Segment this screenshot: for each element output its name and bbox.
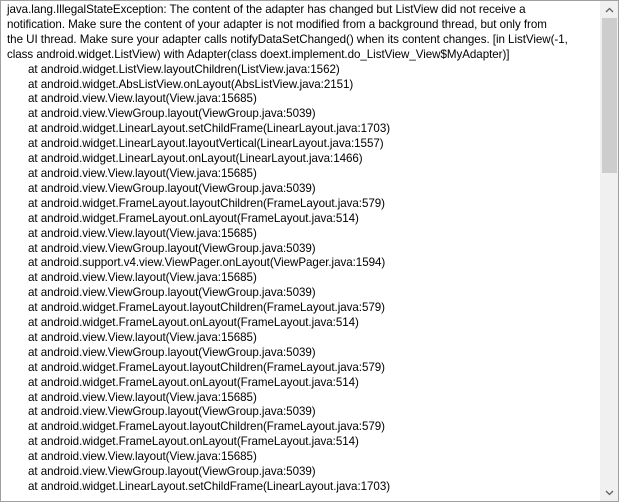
stack-frames: at android.widget.ListView.layoutChildre… bbox=[7, 63, 595, 495]
stack-frame-line: at android.support.v4.view.ViewPager.onL… bbox=[28, 256, 386, 270]
stack-frame-line: at android.view.View.layout(View.java:15… bbox=[28, 92, 257, 106]
stack-frame-line: at android.view.View.layout(View.java:15… bbox=[28, 330, 257, 344]
exception-line: notification. Make sure the content of y… bbox=[7, 17, 547, 31]
stack-frame-line: at android.view.View.layout(View.java:15… bbox=[28, 271, 257, 285]
exception-line: java.lang.IllegalStateException: The con… bbox=[7, 3, 526, 16]
stack-frame-line: at android.view.ViewGroup.layout(ViewGro… bbox=[28, 107, 316, 121]
stack-frame-line: at android.view.ViewGroup.layout(ViewGro… bbox=[28, 286, 316, 300]
exception-message: java.lang.IllegalStateException: The con… bbox=[7, 3, 595, 63]
stack-frame-line: at android.view.View.layout(View.java:15… bbox=[28, 390, 257, 404]
scroll-thumb[interactable] bbox=[602, 18, 617, 173]
exception-line: class android.widget.ListView) with Adap… bbox=[7, 47, 510, 61]
stack-frame-line: at android.widget.FrameLayout.onLayout(F… bbox=[28, 316, 359, 330]
stack-frame-line: at android.widget.ListView.layoutChildre… bbox=[28, 62, 340, 76]
stack-frame-line: at android.widget.LinearLayout.setChildF… bbox=[28, 122, 391, 136]
stack-frame-line: at android.widget.AbsListView.onLayout(A… bbox=[28, 77, 354, 91]
log-window: java.lang.IllegalStateException: The con… bbox=[0, 0, 619, 502]
stack-frame-line: at android.view.View.layout(View.java:15… bbox=[28, 226, 257, 240]
vertical-scrollbar[interactable] bbox=[600, 1, 618, 501]
stack-frame-line: at android.view.ViewGroup.layout(ViewGro… bbox=[28, 345, 316, 359]
stack-frame-line: at android.widget.FrameLayout.onLayout(F… bbox=[28, 375, 359, 389]
stack-frame-line: at android.widget.FrameLayout.layoutChil… bbox=[28, 301, 385, 315]
scroll-down-button[interactable] bbox=[601, 484, 618, 501]
stack-trace-text[interactable]: java.lang.IllegalStateException: The con… bbox=[1, 1, 601, 501]
stack-frame-line: at android.view.ViewGroup.layout(ViewGro… bbox=[28, 241, 316, 255]
exception-line: the UI thread. Make sure your adapter ca… bbox=[7, 32, 568, 46]
stack-frame-line: at android.view.View.layout(View.java:15… bbox=[28, 166, 257, 180]
stack-frame-line: at android.widget.LinearLayout.onLayout(… bbox=[28, 152, 363, 166]
stack-frame-line: at android.view.ViewGroup.layout(ViewGro… bbox=[28, 405, 316, 419]
stack-frame-line: at android.widget.FrameLayout.onLayout(F… bbox=[28, 211, 359, 225]
chevron-down-icon bbox=[605, 490, 614, 495]
stack-frame-line: at android.widget.FrameLayout.layoutChil… bbox=[28, 360, 385, 374]
chevron-up-icon bbox=[605, 7, 614, 12]
scroll-up-button[interactable] bbox=[601, 1, 618, 18]
stack-frame-line: at android.widget.LinearLayout.layoutVer… bbox=[28, 137, 384, 151]
stack-frame-line: at android.widget.LinearLayout.setChildF… bbox=[28, 480, 391, 493]
stack-frame-line: at android.view.View.layout(View.java:15… bbox=[28, 450, 257, 464]
stack-frame-line: at android.widget.FrameLayout.layoutChil… bbox=[28, 196, 385, 210]
stack-frame-line: at android.widget.FrameLayout.onLayout(F… bbox=[28, 435, 359, 449]
stack-frame-line: at android.view.ViewGroup.layout(ViewGro… bbox=[28, 181, 316, 195]
stack-frame-line: at android.widget.FrameLayout.layoutChil… bbox=[28, 420, 385, 434]
stack-frame-line: at android.view.ViewGroup.layout(ViewGro… bbox=[28, 465, 316, 479]
